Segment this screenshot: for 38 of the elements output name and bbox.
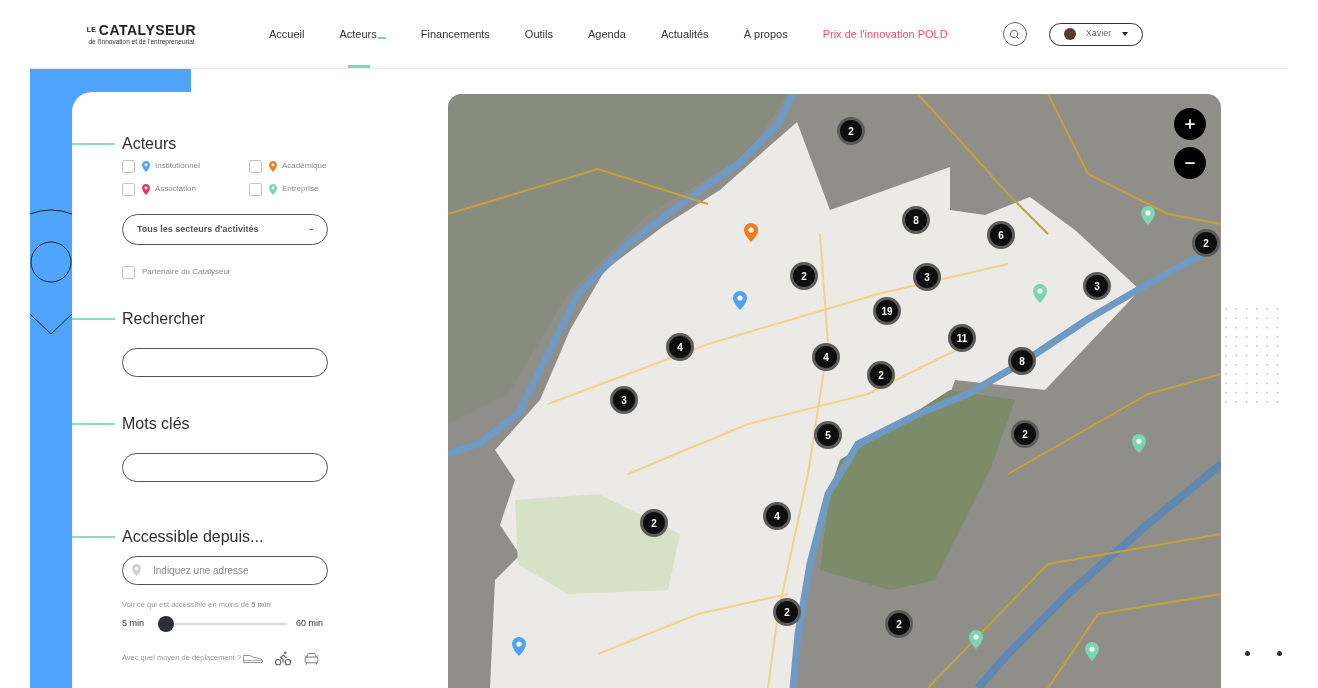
- slider-track[interactable]: [158, 616, 287, 632]
- checkbox-label: Institutionnel: [155, 160, 200, 172]
- logo-wordmark: CATALYSEUR: [98, 22, 197, 38]
- keywords-field[interactable]: [122, 453, 328, 482]
- caret-down-icon: [1121, 32, 1128, 36]
- nav-link[interactable]: Acteurs: [339, 0, 386, 68]
- plus-icon: [1183, 117, 1197, 131]
- avatar-icon: [1063, 28, 1076, 40]
- nav-link[interactable]: Agenda: [588, 0, 626, 68]
- search-field[interactable]: [122, 348, 328, 377]
- checkbox-label: Entreprise: [282, 183, 319, 195]
- address-field[interactable]: Indiquez une adresse: [122, 556, 328, 585]
- nav-link[interactable]: Actualités: [660, 0, 709, 68]
- nav-link[interactable]: Prix de l'innovation POLD: [822, 0, 948, 68]
- checkbox[interactable]: [249, 182, 262, 196]
- nav-link[interactable]: Financements: [420, 0, 490, 68]
- section-heading: Acteurs: [122, 134, 177, 154]
- nav-link[interactable]: À propos: [743, 0, 788, 68]
- checkbox-label: Académique: [282, 160, 327, 172]
- location-pin-icon: [132, 564, 141, 576]
- nav-link[interactable]: Outils: [524, 0, 553, 68]
- slider-max-label: 60 min: [296, 617, 323, 631]
- dash-icon: [309, 229, 313, 230]
- checkbox[interactable]: [122, 182, 135, 196]
- slider-thumb[interactable]: [158, 616, 174, 632]
- bicycle-icon[interactable]: [274, 649, 293, 667]
- nav-link[interactable]: Accueil: [269, 0, 305, 68]
- checkbox[interactable]: [249, 159, 262, 173]
- section-heading: Rechercher: [122, 309, 205, 329]
- checkbox-label: Association: [155, 183, 196, 195]
- checkbox[interactable]: [122, 265, 135, 279]
- section-heading: Accessible depuis...: [122, 527, 264, 547]
- shoe-icon[interactable]: [243, 653, 264, 663]
- slider-min-label: 5 min: [122, 617, 145, 631]
- section-heading: Mots clés: [122, 414, 190, 434]
- checkbox-label: Partenaire du Catalyseur: [142, 266, 231, 278]
- search-icon: [1009, 28, 1021, 40]
- checkbox[interactable]: [122, 159, 135, 173]
